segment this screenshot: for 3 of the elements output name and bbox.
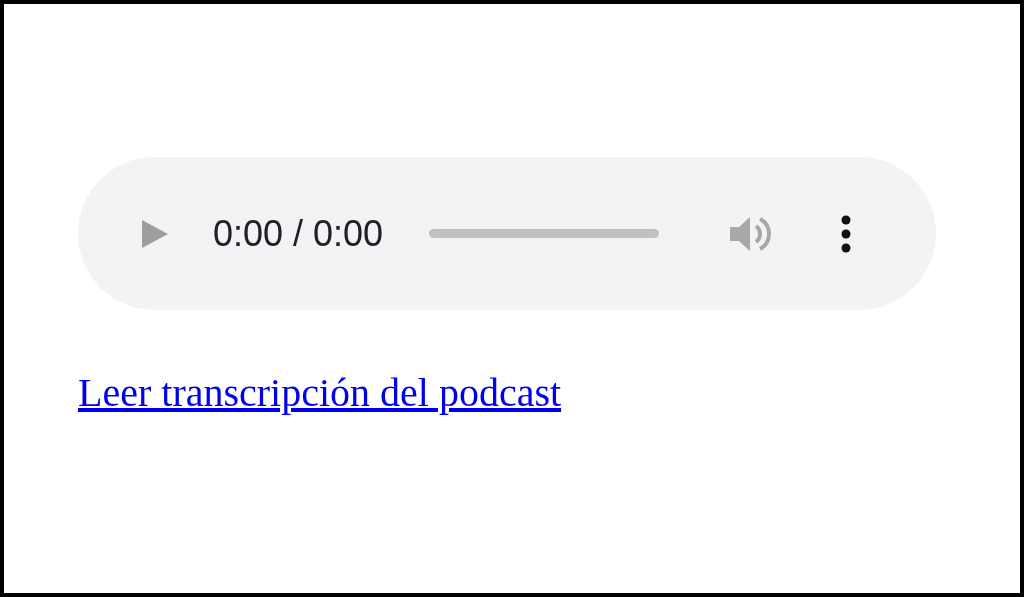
time-display: 0:00 / 0:00 [213,211,384,256]
transcript-link[interactable]: Leer transcripción del podcast [78,368,562,418]
more-options-icon[interactable] [841,214,852,253]
